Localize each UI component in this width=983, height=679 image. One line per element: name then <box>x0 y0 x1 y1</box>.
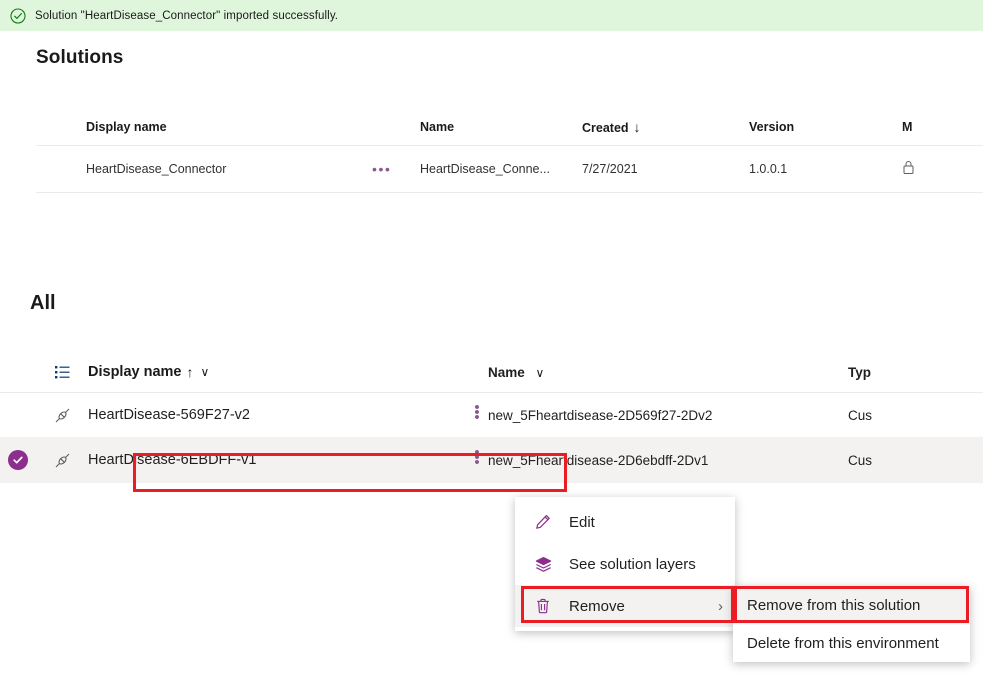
page-title: Solutions <box>36 47 124 68</box>
solutions-table: Display name Name Created ↓ Version M Hea… <box>36 108 983 193</box>
solution-created-date: 7/27/2021 <box>582 162 638 176</box>
pencil-edit-icon <box>533 512 553 532</box>
kebab-menu-icon[interactable]: • • • <box>466 445 488 471</box>
connector-glyph <box>55 453 69 467</box>
list-view-icon[interactable] <box>36 364 88 381</box>
table-row[interactable]: HeartDisease_Connector ••• HeartDisease_… <box>36 146 983 193</box>
chevron-right-icon: › <box>718 597 723 615</box>
layers-glyph <box>535 556 551 572</box>
trash-can-icon <box>533 596 553 616</box>
solutions-table-header: Display name Name Created ↓ Version M <box>36 108 983 146</box>
column-header-name[interactable]: Name <box>420 120 582 134</box>
kebab-menu-icon[interactable]: • • • <box>466 400 488 426</box>
solution-version: 1.0.0.1 <box>749 162 788 176</box>
managed-lock-icon <box>903 161 914 174</box>
menu-item-label: Remove from this solution <box>747 596 921 614</box>
component-type: Cus <box>848 407 873 423</box>
checkmark-glyph <box>13 456 23 464</box>
solution-unique-name: HeartDisease_Conne... <box>420 162 550 176</box>
component-type: Cus <box>848 452 873 468</box>
row-selection-checkbox[interactable] <box>0 450 36 470</box>
solution-display-name: HeartDisease_Connector <box>86 162 227 176</box>
all-section-title: All <box>30 292 56 314</box>
column-header-display-name[interactable]: Display name <box>36 120 372 134</box>
success-check-circle-icon <box>10 7 26 24</box>
column-header-created-label: Created <box>582 120 629 135</box>
banner-message: Solution "HeartDisease_Connector" import… <box>35 9 339 22</box>
row-context-menu: Edit See solution layers Remove › <box>515 497 735 631</box>
chevron-down-icon[interactable]: ∨ <box>201 365 210 379</box>
component-display-name: HeartDisease-569F27-v2 <box>88 407 250 423</box>
menu-item-label: Edit <box>569 513 595 531</box>
trash-glyph <box>537 598 549 614</box>
import-success-banner: Solution "HeartDisease_Connector" import… <box>0 0 983 31</box>
row-overflow-menu-icon[interactable]: ••• <box>372 161 420 177</box>
all-components-table: Display name ↑ ∨ Name ∨ Typ HeartDisease… <box>0 352 983 483</box>
list-view-glyph <box>54 365 69 378</box>
connector-icon <box>36 406 88 425</box>
column-header-version[interactable]: Version <box>749 120 902 134</box>
column-header-managed[interactable]: M <box>902 120 982 134</box>
table-row[interactable]: HeartDisease-569F27-v2 • • • new_5Fheartdi… <box>0 393 983 438</box>
column-header-created[interactable]: Created ↓ <box>582 119 749 135</box>
menu-item-delete-from-this-environment[interactable]: Delete from this environment <box>733 624 970 662</box>
menu-item-label: Delete from this environment <box>747 634 939 652</box>
component-unique-name: new_5Fheartdisease-2D569f27-2Dv2 <box>488 407 713 423</box>
menu-item-remove[interactable]: Remove › <box>515 585 735 627</box>
layers-icon <box>533 554 553 574</box>
component-display-name-cell[interactable]: HeartDisease-6EBDFF-v1 • • • <box>88 445 488 471</box>
sort-ascending-icon: ↑ <box>186 364 194 380</box>
column-header-display-name[interactable]: Display name ↑ ∨ <box>88 364 488 380</box>
sort-descending-icon: ↓ <box>633 118 641 135</box>
ellipsis-icon: ••• <box>372 161 392 177</box>
menu-item-label: See solution layers <box>569 555 696 573</box>
column-header-name-label: Name <box>488 364 525 380</box>
connector-glyph <box>55 408 69 422</box>
component-display-name-cell[interactable]: HeartDisease-569F27-v2 • • • <box>88 400 488 426</box>
table-row[interactable]: HeartDisease-6EBDFF-v1 • • • new_5Fheartdi… <box>0 438 983 483</box>
connector-icon <box>36 451 88 470</box>
column-header-display-name-label: Display name <box>88 364 182 380</box>
menu-item-edit[interactable]: Edit <box>515 501 735 543</box>
menu-item-label: Remove <box>569 597 625 615</box>
remove-submenu: Remove from this solution Delete from th… <box>733 586 970 662</box>
all-table-header: Display name ↑ ∨ Name ∨ Typ <box>0 352 983 393</box>
chevron-down-icon[interactable]: ∨ <box>536 366 545 380</box>
solution-managed-status <box>902 160 982 178</box>
pencil-glyph <box>536 515 550 529</box>
checked-badge-icon <box>8 450 28 470</box>
column-header-type[interactable]: Typ <box>848 365 983 380</box>
menu-item-see-solution-layers[interactable]: See solution layers <box>515 543 735 585</box>
menu-item-remove-from-this-solution[interactable]: Remove from this solution <box>733 586 970 624</box>
component-unique-name: new_5Fheartdisease-2D6ebdff-2Dv1 <box>488 452 709 468</box>
component-display-name: HeartDisease-6EBDFF-v1 <box>88 452 257 468</box>
column-header-name[interactable]: Name ∨ <box>488 365 848 380</box>
